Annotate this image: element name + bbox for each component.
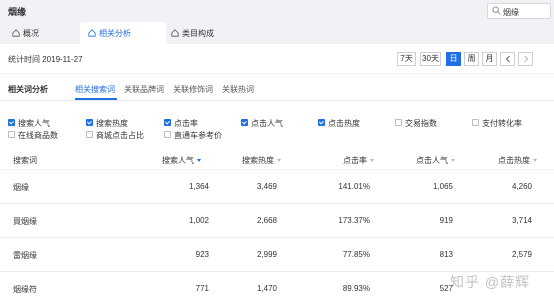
sort-icon	[451, 159, 455, 163]
search-box[interactable]: 烟缘	[487, 3, 551, 19]
col-search-heat[interactable]: 搜索热度	[242, 155, 281, 166]
stat-date: 统计时间 2019-11-27	[8, 55, 83, 64]
sort-icon	[277, 159, 281, 163]
search-icon	[492, 6, 501, 15]
next-date-button[interactable]	[518, 52, 533, 66]
cell-keyword[interactable]: 烟缘符	[13, 284, 37, 295]
tab-label: 相关分析	[99, 29, 131, 38]
section-title: 相关词分析	[8, 85, 48, 94]
cell-keyword[interactable]: 雷烟缘	[13, 250, 37, 261]
top-bar: 烟缘 烟缘	[0, 0, 554, 22]
table-row[interactable]: 雷烟缘 923 2,999 77.85% 813 2,579	[0, 238, 554, 272]
sort-desc-icon	[197, 159, 201, 163]
date-bar: 统计时间 2019-11-27 7天 30天 日 周 月	[0, 44, 554, 74]
house-icon	[12, 29, 20, 37]
cell-click-rate: 89.93%	[342, 284, 370, 293]
cell-search-heat: 3,469	[256, 182, 277, 191]
cell-keyword[interactable]: 買烟缘	[13, 216, 37, 227]
cell-click-rate: 141.01%	[338, 182, 370, 191]
range-month-button[interactable]: 月	[482, 52, 497, 66]
chevron-right-icon	[523, 55, 528, 63]
table-row[interactable]: 烟缘 1,364 3,469 141.01% 1,065 4,260	[0, 170, 554, 204]
col-search-popularity[interactable]: 搜索人气	[162, 155, 201, 166]
cell-search-popularity: 923	[195, 250, 209, 259]
cell-click-popularity: 1,065	[432, 182, 453, 191]
sort-icon	[533, 159, 537, 163]
table-row[interactable]: 買烟缘 1,002 2,668 173.37% 919 3,714	[0, 204, 554, 238]
range-day-button[interactable]: 日	[446, 52, 461, 66]
tab-related-analysis[interactable]: 相关分析	[80, 22, 166, 44]
subtab-hot[interactable]: 关联热词	[222, 84, 254, 95]
range-7d-button[interactable]: 7天	[397, 52, 416, 66]
cell-keyword[interactable]: 烟缘	[13, 182, 29, 193]
related-words-section: 相关词分析 相关搜索词 关联品牌词 关联修饰词 关联热词 搜索人气 搜索热度 点…	[0, 74, 554, 304]
cell-search-heat: 2,999	[256, 250, 277, 259]
cell-search-popularity: 1,002	[188, 216, 209, 225]
tab-label: 概况	[23, 29, 39, 38]
cell-search-heat: 2,668	[256, 216, 277, 225]
range-week-button[interactable]: 周	[464, 52, 479, 66]
tab-label: 类目构成	[182, 29, 214, 38]
search-input[interactable]: 烟缘	[503, 7, 519, 18]
subtab-related-search[interactable]: 相关搜索词	[75, 84, 115, 95]
divider	[0, 100, 554, 101]
cell-search-popularity: 771	[195, 284, 209, 293]
sort-icon	[370, 159, 374, 163]
tab-overview[interactable]: 概况	[4, 22, 90, 44]
col-click-heat[interactable]: 点击热度	[498, 155, 537, 166]
subtab-brand[interactable]: 关联品牌词	[124, 84, 164, 95]
table-header: 搜索词 搜索人气 搜索热度 点击率 点击人气 点击热度	[0, 150, 554, 170]
prev-date-button[interactable]	[500, 52, 515, 66]
cell-click-rate: 173.37%	[338, 216, 370, 225]
col-click-rate[interactable]: 点击率	[343, 155, 374, 166]
col-keyword: 搜索词	[13, 156, 37, 165]
cell-click-popularity: 919	[439, 216, 453, 225]
col-click-popularity[interactable]: 点击人气	[416, 155, 455, 166]
tab-category[interactable]: 类目构成	[163, 22, 249, 44]
cell-click-heat: 4,260	[511, 182, 532, 191]
page-title: 烟缘	[8, 7, 27, 17]
range-30d-button[interactable]: 30天	[420, 52, 441, 66]
cell-click-popularity: 813	[439, 250, 453, 259]
cell-click-heat: 3,714	[511, 216, 532, 225]
chevron-left-icon	[505, 55, 510, 63]
cell-click-rate: 77.85%	[342, 250, 370, 259]
house-icon	[88, 29, 96, 37]
nav-bar: 概况 相关分析 类目构成	[0, 22, 554, 44]
house-icon	[171, 29, 179, 37]
watermark: 知乎 @薛辉	[450, 274, 531, 290]
cell-click-heat: 2,579	[511, 250, 532, 259]
cell-search-popularity: 1,364	[188, 182, 209, 191]
subtab-modifier[interactable]: 关联修饰词	[173, 84, 213, 95]
cell-search-heat: 1,470	[256, 284, 277, 293]
